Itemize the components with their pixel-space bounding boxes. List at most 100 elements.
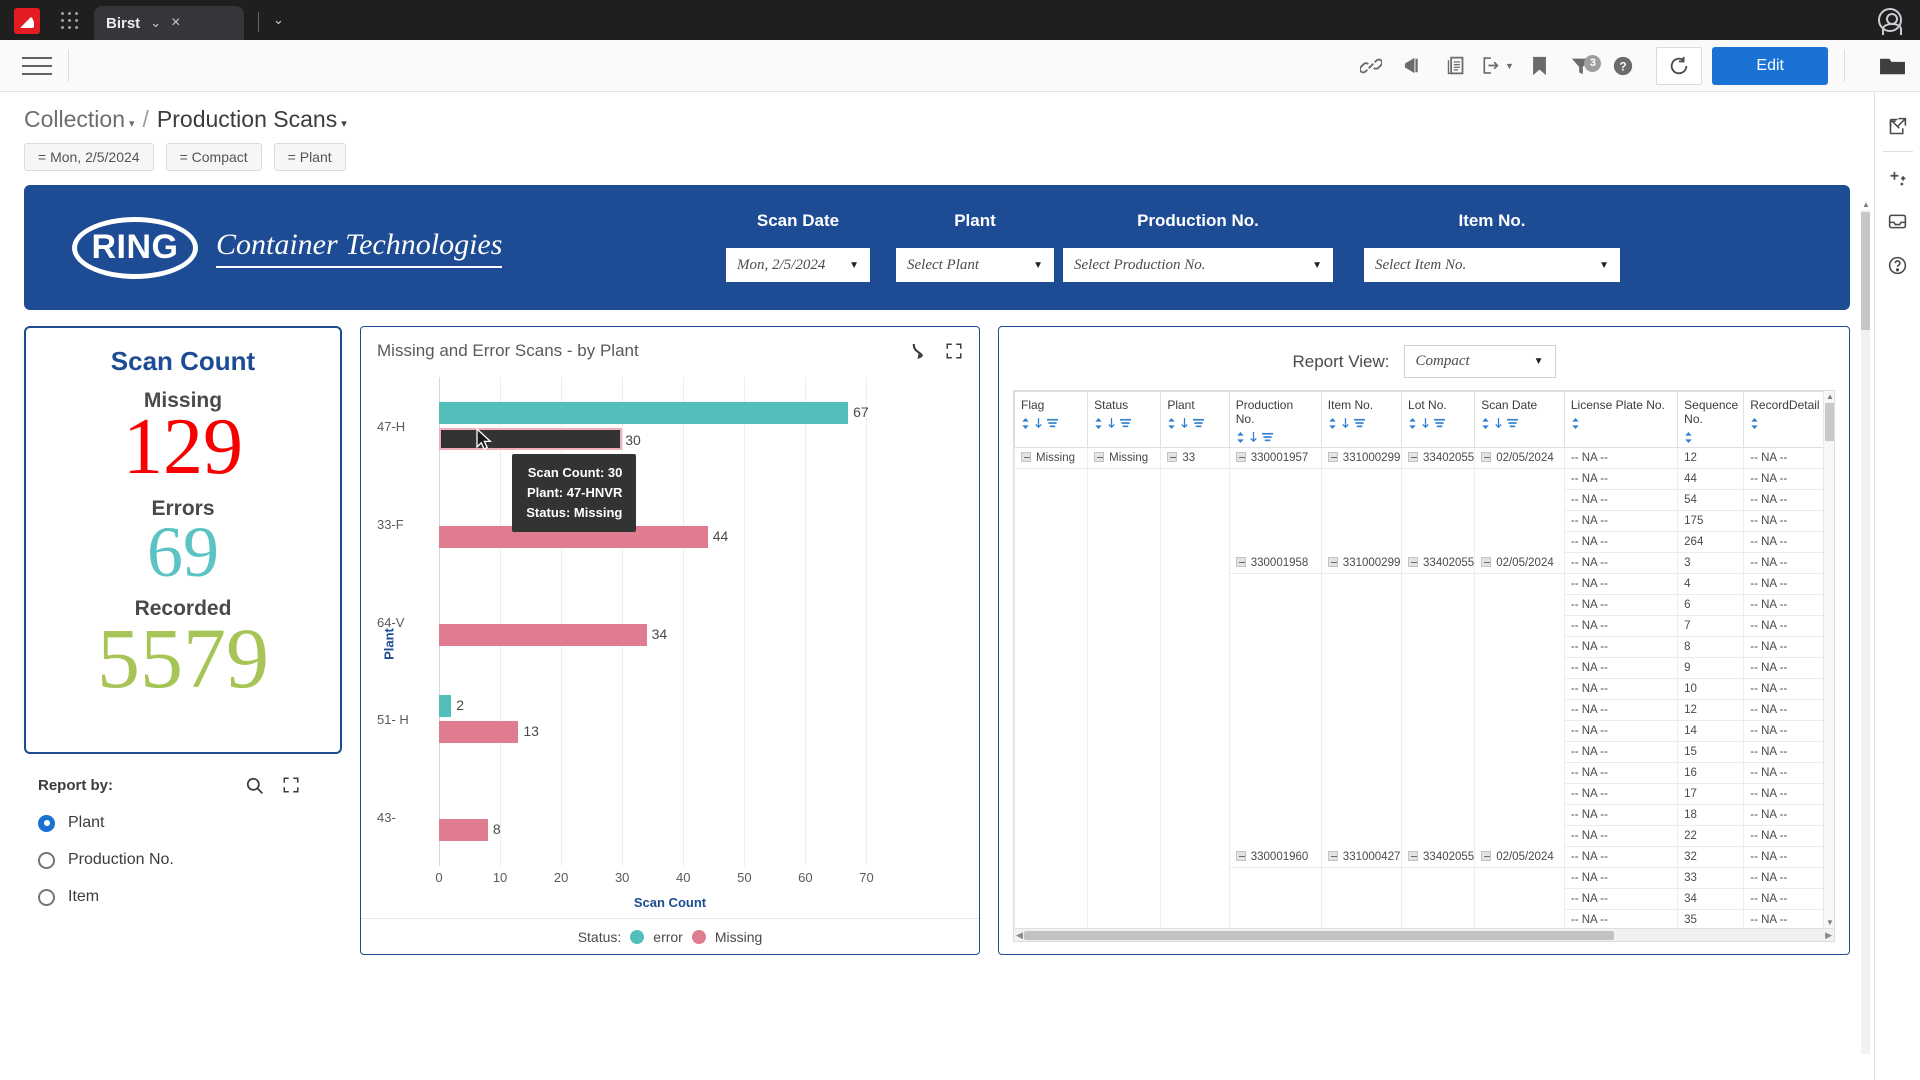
folder-icon[interactable]: [1879, 55, 1906, 77]
browser-tab[interactable]: Birst ⌄ ×: [94, 6, 244, 40]
filter-plant-select[interactable]: Select Plant ▼: [896, 248, 1054, 282]
grid-horizontal-scrollbar[interactable]: ◀ ▶: [1014, 928, 1834, 941]
open-external-icon[interactable]: [1878, 104, 1918, 148]
row-expander-icon[interactable]: [1327, 557, 1338, 567]
table-row[interactable]: -- NA -- 17 -- NA --: [1014, 783, 1834, 805]
column-sort-icons[interactable]: [1684, 432, 1737, 443]
search-icon[interactable]: [245, 776, 264, 795]
grid-vscroll-thumb[interactable]: [1825, 403, 1834, 441]
filter-chip-report-by[interactable]: = Plant: [273, 143, 346, 171]
table-row[interactable]: -- NA -- 35 -- NA --: [1014, 909, 1834, 928]
chart-bar[interactable]: 34: [439, 623, 667, 646]
chart-bar[interactable]: 30: [439, 427, 641, 450]
table-row[interactable]: -- NA -- 15 -- NA --: [1014, 741, 1834, 763]
report-by-option-item[interactable]: Item: [38, 888, 338, 906]
apps-grid-icon[interactable]: [56, 7, 84, 35]
link-icon[interactable]: [1350, 47, 1392, 85]
filter-chip-scan-date[interactable]: = Mon, 2/5/2024: [24, 143, 154, 171]
grid-hscroll-thumb[interactable]: [1024, 931, 1615, 940]
bookmark-icon[interactable]: [1518, 47, 1560, 85]
drill-down-icon[interactable]: [910, 342, 927, 361]
table-row[interactable]: 330001960 331000427 33402055 02/05/2024 -- N…: [1014, 846, 1834, 868]
column-sort-icons[interactable]: [1750, 418, 1827, 429]
filter-icon[interactable]: 3: [1560, 47, 1602, 85]
radio-plant-icon[interactable]: [38, 814, 55, 832]
help-circle-icon[interactable]: [1878, 243, 1918, 287]
expand-icon[interactable]: [945, 342, 963, 360]
column-sort-icons[interactable]: [1167, 418, 1222, 429]
report-by-option-plant[interactable]: Plant: [38, 814, 338, 832]
table-row[interactable]: -- NA -- 33 -- NA --: [1014, 867, 1834, 889]
table-row[interactable]: -- NA -- 54 -- NA --: [1014, 489, 1834, 511]
table-row[interactable]: -- NA -- 12 -- NA --: [1014, 699, 1834, 721]
column-sort-icons[interactable]: [1236, 432, 1315, 443]
row-expander-icon[interactable]: [1094, 452, 1105, 462]
row-expander-icon[interactable]: [1327, 851, 1338, 861]
table-row[interactable]: -- NA -- 14 -- NA --: [1014, 720, 1834, 742]
row-expander-icon[interactable]: [1481, 851, 1492, 861]
table-row[interactable]: -- NA -- 18 -- NA --: [1014, 804, 1834, 826]
row-expander-icon[interactable]: [1021, 452, 1031, 462]
row-expander-icon[interactable]: [1408, 851, 1419, 861]
table-row[interactable]: -- NA -- 175 -- NA --: [1014, 510, 1834, 532]
page-scrollbar[interactable]: ▲: [1861, 200, 1870, 1054]
table-row[interactable]: -- NA -- 22 -- NA --: [1014, 825, 1834, 847]
menu-hamburger-icon[interactable]: [22, 55, 52, 77]
page-scroll-up-icon[interactable]: ▲: [1862, 200, 1870, 209]
table-row[interactable]: -- NA -- 6 -- NA --: [1014, 594, 1834, 616]
table-row[interactable]: -- NA -- 10 -- NA --: [1014, 678, 1834, 700]
copy-icon[interactable]: [1434, 47, 1476, 85]
refresh-button[interactable]: [1656, 46, 1703, 85]
table-row[interactable]: -- NA -- 44 -- NA --: [1014, 468, 1834, 490]
column-header[interactable]: Status: [1087, 391, 1162, 448]
sparkle-add-icon[interactable]: [1878, 155, 1918, 199]
close-icon[interactable]: ×: [171, 14, 180, 32]
row-expander-icon[interactable]: [1327, 452, 1338, 462]
row-expander-icon[interactable]: [1167, 452, 1178, 462]
chart-bars-region[interactable]: 47-H 67 30 33-F 44 64-V 34 51- H 2 13 43- 8 Scan Cou…: [377, 377, 897, 866]
table-row[interactable]: -- NA -- 34 -- NA --: [1014, 888, 1834, 910]
column-sort-icons[interactable]: [1094, 418, 1154, 429]
column-header[interactable]: Item No.: [1320, 391, 1403, 448]
page-scroll-thumb[interactable]: [1861, 212, 1870, 330]
filter-scan-date-select[interactable]: Mon, 2/5/2024 ▼: [726, 248, 870, 282]
column-sort-icons[interactable]: [1481, 418, 1558, 429]
column-sort-icons[interactable]: [1021, 418, 1081, 429]
table-row[interactable]: -- NA -- 264 -- NA --: [1014, 531, 1834, 553]
table-row[interactable]: -- NA -- 16 -- NA --: [1014, 762, 1834, 784]
table-row[interactable]: -- NA -- 9 -- NA --: [1014, 657, 1834, 679]
chevron-down-icon[interactable]: ⌄: [150, 15, 161, 31]
data-grid[interactable]: Flag Status Plant Production No. Item No. Lot…: [1013, 390, 1835, 942]
row-expander-icon[interactable]: [1408, 557, 1419, 567]
column-sort-icons[interactable]: [1571, 418, 1671, 429]
breadcrumb-page[interactable]: Production Scans ▾: [157, 106, 347, 133]
row-expander-icon[interactable]: [1235, 557, 1246, 567]
announce-icon[interactable]: [1392, 47, 1434, 85]
column-header[interactable]: Sequence No.: [1677, 391, 1745, 448]
scroll-up-icon[interactable]: ▲: [1826, 392, 1834, 401]
breadcrumb-collection[interactable]: Collection ▾: [24, 106, 135, 133]
account-avatar-icon[interactable]: [1878, 8, 1902, 35]
tab-list-chevron-icon[interactable]: ⌄: [273, 12, 284, 28]
table-row[interactable]: -- NA -- 8 -- NA --: [1014, 636, 1834, 658]
scroll-left-icon[interactable]: ◀: [1016, 930, 1023, 941]
grid-vertical-scrollbar[interactable]: ▲ ▼: [1823, 391, 1834, 928]
filter-item-no-select[interactable]: Select Item No. ▼: [1364, 248, 1620, 282]
row-expander-icon[interactable]: [1408, 452, 1419, 462]
expand-icon[interactable]: [282, 776, 300, 795]
row-expander-icon[interactable]: [1235, 851, 1246, 861]
table-row[interactable]: 330001958 331000299 33402055 02/05/2024 -- N…: [1014, 552, 1834, 574]
row-expander-icon[interactable]: [1235, 452, 1246, 462]
edit-button[interactable]: Edit: [1712, 46, 1828, 85]
export-icon[interactable]: ▼: [1476, 47, 1518, 85]
table-row[interactable]: -- NA -- 4 -- NA --: [1014, 573, 1834, 595]
radio-item-icon[interactable]: [38, 888, 55, 906]
chart-bar[interactable]: 8: [439, 819, 501, 842]
scroll-down-icon[interactable]: ▼: [1826, 918, 1834, 927]
column-header[interactable]: RecordDetail: [1743, 391, 1834, 448]
column-header[interactable]: Production No.: [1228, 391, 1322, 448]
chart-bar[interactable]: 67: [439, 401, 869, 424]
row-expander-icon[interactable]: [1481, 557, 1492, 567]
column-header[interactable]: Lot No.: [1401, 391, 1476, 448]
column-header[interactable]: Plant: [1160, 391, 1230, 448]
